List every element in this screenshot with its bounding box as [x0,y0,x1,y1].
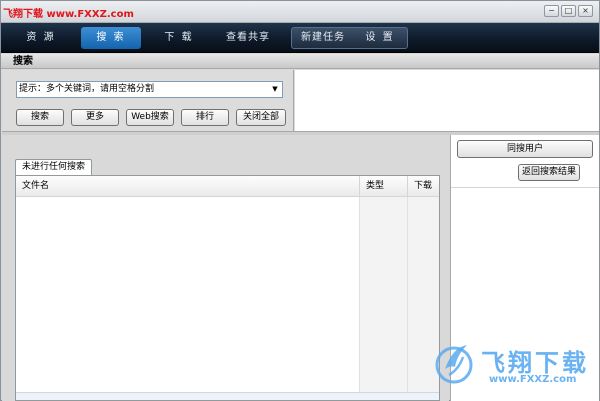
results-area: 未进行任何搜索 文件名 类型 下载 [2,135,449,401]
close-all-button[interactable]: 关闭全部 [236,109,286,126]
type-column-fill [359,197,407,392]
close-button[interactable]: × [578,5,593,17]
column-header-type[interactable]: 类型 [359,176,407,197]
tab-download[interactable]: 下 载 [149,28,209,48]
more-button[interactable]: 更多 [71,109,119,126]
dropdown-arrow-icon[interactable]: ▼ [269,83,281,96]
watermark-logo-icon [435,345,473,384]
web-search-button[interactable]: Web搜索 [126,109,174,126]
search-info-pane [295,70,599,131]
tab-search[interactable]: 搜 索 [81,27,141,49]
new-task-button[interactable]: 新建任务 [292,28,354,48]
watermark-title: 飞翔下载 [481,349,589,377]
search-button-row: 搜索 更多 Web搜索 排行 关闭全部 [16,109,286,126]
title-bar[interactable]: 飞翔下载 www.FXXZ.com − □ × [1,1,599,23]
window-controls: − □ × [544,5,593,17]
tab-view-shared[interactable]: 查看共享 [215,28,281,48]
rank-button[interactable]: 排行 [181,109,229,126]
tab-no-search[interactable]: 未进行任何搜索 [15,159,93,176]
keyword-combobox[interactable]: 提示：多个关键词，请用空格分割 ▼ [16,81,283,98]
settings-button[interactable]: 设 置 [354,28,406,48]
search-button[interactable]: 搜索 [16,109,64,126]
window-title: 飞翔下载 www.FXXZ.com [3,9,134,20]
watermark-url: www.FXXZ.com [489,374,577,385]
minimize-button[interactable]: − [544,5,559,17]
back-to-results-button[interactable]: 返回搜索结果 [518,164,580,181]
column-header-filename[interactable]: 文件名 [16,176,359,197]
search-section-header: 搜索 [1,54,599,69]
keyword-combobox-value: 提示：多个关键词，请用空格分割 [19,84,155,94]
same-search-users-button[interactable]: 同搜用户 [457,140,593,158]
nav-action-group: 新建任务 设 置 [291,27,408,49]
results-table: 文件名 类型 下载 [15,175,440,401]
search-panel: 提示：多个关键词，请用空格分割 ▼ 搜索 更多 Web搜索 排行 关闭全部 [2,70,294,131]
maximize-button[interactable]: □ [561,5,576,17]
horizontal-scrollbar[interactable] [16,392,439,400]
tab-resources[interactable]: 资 源 [13,28,69,48]
column-header-download[interactable]: 下载 [407,176,439,197]
main-nav-bar: 资 源 搜 索 下 载 查看共享 新建任务 设 置 [1,23,599,53]
app-window: 飞翔下载 www.FXXZ.com − □ × 资 源 搜 索 下 载 查看共享… [0,0,600,401]
